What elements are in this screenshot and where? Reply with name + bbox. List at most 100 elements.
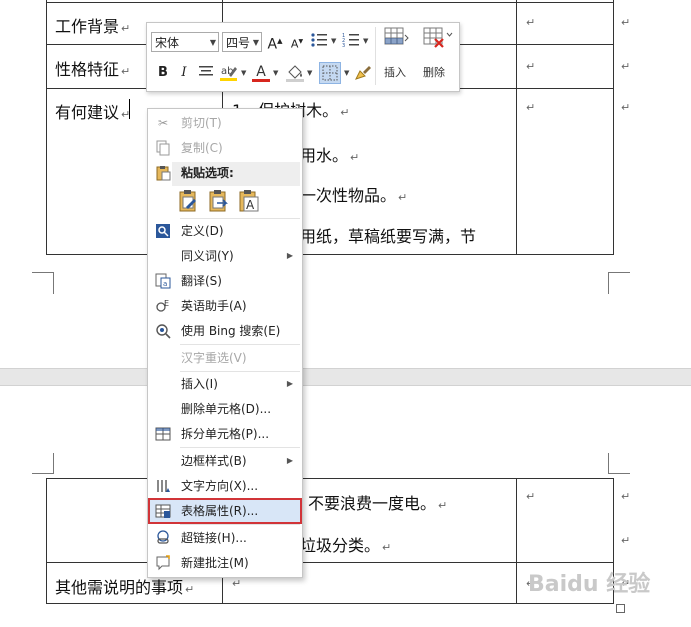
menu-item-label: 复制(C)	[181, 141, 223, 155]
bing-search-icon	[155, 323, 171, 339]
suggestion-line-3: 一次性物品。 ↵	[300, 186, 408, 205]
borders-icon	[322, 65, 338, 81]
context-menu: ✂ 剪切(T) 复制(C) 粘贴选项: A 定义(D) 同义词(Y) ▶ a 翻…	[147, 108, 303, 578]
submenu-arrow-icon: ▶	[286, 251, 293, 260]
clipboard-icon	[155, 165, 171, 181]
menu-item-english-assistant[interactable]: E 英语助手(A)	[149, 294, 301, 318]
grow-font-button[interactable]: A▲	[265, 32, 285, 53]
chevron-down-icon[interactable]: ▼	[241, 69, 246, 77]
insert-label[interactable]: 插入	[384, 64, 406, 80]
table-insert-icon	[384, 27, 409, 45]
menu-item-define[interactable]: 定义(D)	[149, 219, 301, 243]
paste-merge-formatting-button[interactable]	[208, 189, 230, 213]
toolbar-separator	[375, 27, 376, 85]
menu-item-copy[interactable]: 复制(C)	[149, 136, 301, 160]
chevron-down-icon[interactable]: ▼	[344, 69, 349, 77]
row-end-mark: ↵	[621, 534, 631, 547]
row-end-mark: ↵	[621, 60, 631, 73]
menu-item-label: 文字方向(X)...	[181, 479, 259, 493]
menu-item-label: 粘贴选项:	[181, 166, 234, 180]
menu-item-hyperlink[interactable]: 超链接(H)...	[149, 526, 301, 550]
paint-bucket-icon	[286, 65, 304, 82]
chevron-down-icon: ▼	[252, 38, 259, 47]
insert-table-button[interactable]	[384, 27, 410, 51]
menu-item-hanzi-reconvert[interactable]: 汉字重选(V)	[149, 346, 301, 370]
font-color-swatch	[252, 79, 270, 82]
delete-label[interactable]: 删除	[423, 64, 445, 80]
cell-end-mark: ↵	[526, 60, 536, 73]
menu-item-border-styles[interactable]: 边框样式(B) ▶	[149, 449, 301, 473]
font-name-select[interactable]: 宋体 ▼	[151, 32, 219, 52]
numbered-list-icon: 1 2 3	[342, 33, 359, 49]
copy-icon	[155, 140, 171, 156]
shrink-font-button[interactable]: A▼	[287, 33, 307, 53]
split-cells-icon	[155, 426, 171, 442]
chevron-down-icon[interactable]: ▼	[363, 37, 368, 45]
bullets-button[interactable]	[309, 32, 329, 52]
menu-item-new-comment[interactable]: 新建批注(M)	[149, 551, 301, 575]
menu-item-split-cells[interactable]: 拆分单元格(P)...	[149, 422, 301, 446]
scissors-icon: ✂	[157, 116, 169, 130]
menu-item-delete-cells[interactable]: 删除单元格(D)...	[149, 397, 301, 421]
menu-item-label: 使用 Bing 搜索(E)	[181, 324, 281, 338]
numbering-button[interactable]: 1 2 3	[341, 32, 361, 52]
format-painter-button[interactable]	[353, 63, 373, 83]
lower-line-2: 垃圾分类。 ↵	[300, 536, 392, 555]
menu-item-label: 新建批注(M)	[181, 556, 249, 570]
font-size-select[interactable]: 四号 ▼	[222, 32, 262, 52]
row-label-personality: 性格特征 ↵	[55, 60, 131, 79]
shading-button[interactable]	[285, 63, 305, 83]
font-color-button[interactable]: A	[251, 63, 271, 83]
svg-text:3: 3	[342, 43, 345, 48]
cell-end-mark: ↵	[232, 577, 242, 590]
italic-button[interactable]: I	[174, 64, 194, 84]
chevron-down-icon: ▼	[209, 38, 216, 47]
paste-text-only-button[interactable]: A	[238, 189, 260, 213]
menu-item-bing-search[interactable]: 使用 Bing 搜索(E)	[149, 319, 301, 343]
menu-item-synonyms[interactable]: 同义词(Y) ▶	[149, 244, 301, 268]
highlight-button[interactable]: ab	[219, 63, 239, 83]
new-comment-icon	[155, 555, 171, 571]
row-end-mark: ↵	[621, 490, 631, 503]
paste-keep-format-icon	[179, 190, 196, 212]
chevron-down-icon[interactable]: ▼	[273, 69, 278, 77]
borders-button[interactable]	[319, 62, 341, 84]
format-painter-icon	[355, 66, 371, 80]
submenu-arrow-icon: ▶	[286, 379, 293, 388]
chevron-down-icon[interactable]: ▼	[307, 69, 312, 77]
menu-item-translate[interactable]: a 翻译(S)	[149, 269, 301, 293]
bold-button[interactable]: B	[153, 64, 173, 84]
text-cursor	[129, 99, 130, 119]
paste-options-title: 粘贴选项:	[149, 161, 301, 185]
paste-keep-formatting-button[interactable]	[178, 189, 200, 213]
menu-item-cut[interactable]: ✂ 剪切(T)	[149, 111, 301, 135]
font-color-glyph: A	[256, 64, 266, 80]
cell-end-mark: ↵	[526, 101, 536, 114]
menu-item-label: 超链接(H)...	[181, 531, 247, 545]
menu-item-label: 删除单元格(D)...	[181, 402, 272, 416]
svg-text:A: A	[246, 198, 255, 212]
menu-item-label: 汉字重选(V)	[181, 351, 247, 365]
submenu-arrow-icon: ▶	[286, 456, 293, 465]
align-center-icon	[199, 66, 213, 76]
menu-item-insert[interactable]: 插入(I) ▶	[149, 372, 301, 396]
chevron-down-icon[interactable]: ▼	[331, 37, 336, 45]
paste-merge-format-icon	[209, 190, 228, 212]
page-gap	[0, 368, 691, 386]
row-label-work-background: 工作背景 ↵	[55, 17, 131, 36]
menu-item-label: 同义词(Y)	[181, 249, 234, 263]
menu-item-table-properties[interactable]: 表格属性(R)...	[148, 498, 302, 524]
hyperlink-icon	[155, 530, 171, 546]
mini-toolbar: 宋体 ▼ 四号 ▼ A▲ A▼ ▼ 1 2 3 ▼ 插入 删除 B I ab ▼…	[146, 22, 460, 92]
baidu-watermark: Baidu 经验	[528, 572, 651, 597]
menu-separator	[180, 447, 300, 448]
text-direction-icon	[155, 478, 171, 494]
delete-table-button[interactable]	[423, 27, 453, 53]
menu-item-label: 拆分单元格(P)...	[181, 427, 270, 441]
svg-text:a: a	[163, 280, 167, 288]
book-search-icon	[155, 223, 171, 239]
align-center-button[interactable]	[196, 64, 216, 84]
menu-item-text-direction[interactable]: 文字方向(X)...	[149, 474, 301, 498]
table-resize-handle[interactable]	[616, 604, 625, 613]
menu-item-label: 英语助手(A)	[181, 299, 247, 313]
